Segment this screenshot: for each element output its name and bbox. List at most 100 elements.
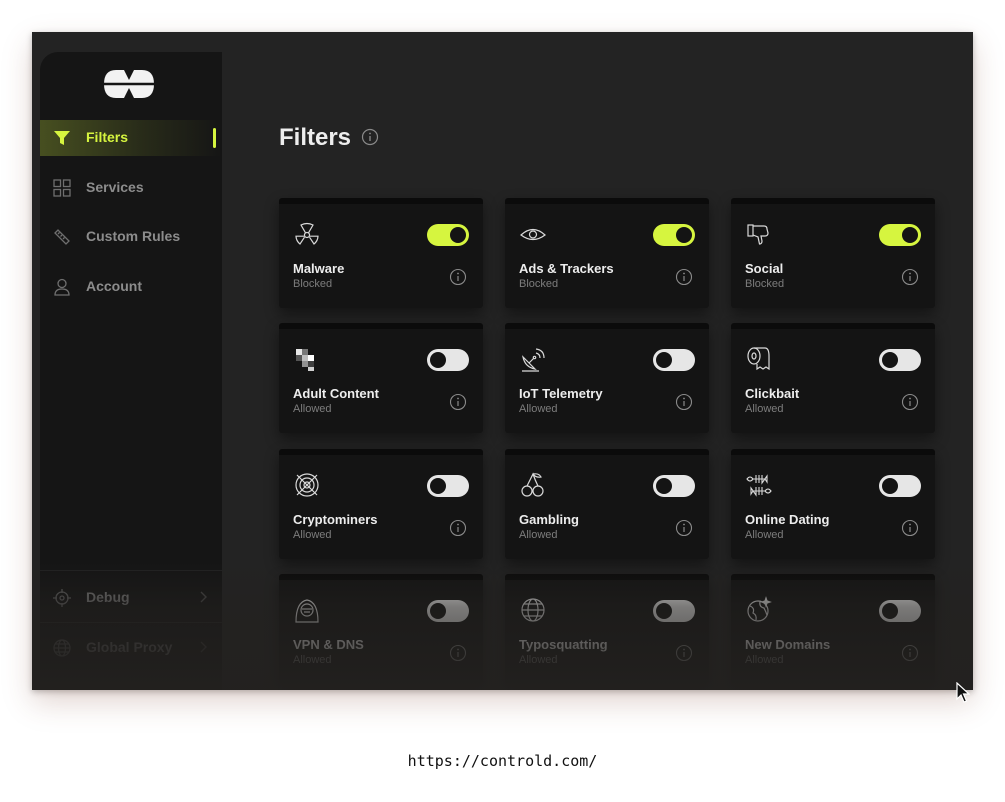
filter-card-ads-trackers: Ads & Trackers Blocked: [505, 198, 709, 308]
filter-toggle[interactable]: [653, 600, 695, 622]
filter-toggle[interactable]: [427, 224, 469, 246]
filter-status: Blocked: [293, 278, 333, 290]
filter-toggle[interactable]: [427, 600, 469, 622]
filter-status: Allowed: [519, 403, 558, 415]
filter-card-typosquatting: Typosquatting Allowed: [505, 574, 709, 684]
filter-status: Blocked: [745, 278, 785, 290]
eye-icon: [520, 228, 546, 241]
info-icon[interactable]: [901, 519, 919, 537]
info-icon[interactable]: [675, 519, 693, 537]
crypto-coin-icon: [295, 473, 319, 497]
filter-toggle[interactable]: [427, 349, 469, 371]
filter-toggle[interactable]: [879, 349, 921, 371]
sidebar-item-account[interactable]: Account: [40, 269, 222, 305]
info-icon[interactable]: [449, 519, 467, 537]
filter-name: IoT Telemetry: [519, 386, 603, 401]
info-icon[interactable]: [449, 268, 467, 286]
grid-icon: [53, 179, 71, 197]
filter-toggle[interactable]: [653, 475, 695, 497]
sidebar-item-label: Custom Rules: [86, 228, 181, 244]
divider: [40, 622, 222, 623]
toggle-knob: [882, 478, 898, 494]
sidebar-item-global-proxy[interactable]: Global Proxy: [40, 630, 222, 666]
sidebar-item-custom-rules[interactable]: Custom Rules: [40, 219, 222, 255]
funnel-icon: [54, 131, 70, 145]
filter-name: Typosquatting: [519, 637, 608, 652]
info-icon[interactable]: [449, 393, 467, 411]
sidebar-item-label: Filters: [86, 129, 129, 145]
sidebar-item-label: Global Proxy: [86, 639, 173, 655]
toggle-knob: [656, 603, 672, 619]
app-window: Filters Services Custom Rules Account De…: [32, 32, 973, 690]
globe-icon: [521, 598, 545, 622]
chevron-right-icon: [200, 591, 207, 603]
thumbs-down-icon: [747, 224, 769, 245]
filter-status: Allowed: [519, 654, 558, 666]
toggle-knob: [450, 227, 466, 243]
info-icon[interactable]: [449, 644, 467, 662]
globe-icon: [53, 639, 71, 657]
sidebar-item-label: Debug: [86, 589, 130, 605]
user-icon: [54, 278, 70, 296]
info-icon[interactable]: [901, 268, 919, 286]
sidebar-item-debug[interactable]: Debug: [40, 580, 222, 616]
filter-status: Blocked: [519, 278, 559, 290]
filter-toggle[interactable]: [879, 600, 921, 622]
info-icon[interactable]: [901, 393, 919, 411]
filter-name: Adult Content: [293, 386, 379, 401]
filter-name: Cryptominers: [293, 512, 378, 527]
filter-toggle[interactable]: [653, 349, 695, 371]
filter-card-cryptominers: Cryptominers Allowed: [279, 449, 483, 559]
toggle-knob: [430, 603, 446, 619]
filter-toggle[interactable]: [879, 475, 921, 497]
active-indicator: [213, 128, 216, 148]
filter-card-vpn-dns: VPN & DNS Allowed: [279, 574, 483, 684]
info-icon[interactable]: [675, 393, 693, 411]
toilet-paper-icon: [747, 347, 770, 371]
filter-status: Allowed: [293, 654, 332, 666]
sidebar: Filters Services Custom Rules Account De…: [40, 52, 222, 690]
filter-status: Allowed: [745, 529, 784, 541]
toggle-knob: [882, 603, 898, 619]
filter-status: Allowed: [519, 529, 558, 541]
sidebar-item-label: Account: [86, 278, 142, 294]
new-globe-icon: [747, 596, 772, 622]
filter-toggle[interactable]: [427, 475, 469, 497]
ruler-icon: [54, 229, 70, 245]
filter-toggle[interactable]: [879, 224, 921, 246]
toggle-knob: [430, 478, 446, 494]
filter-name: Clickbait: [745, 386, 800, 401]
satellite-dish-icon: [522, 348, 545, 372]
sidebar-item-services[interactable]: Services: [40, 170, 222, 206]
sidebar-item-filters[interactable]: Filters: [40, 120, 222, 156]
filter-status: Allowed: [745, 403, 784, 415]
filter-name: Social: [745, 261, 784, 276]
filter-toggle[interactable]: [653, 224, 695, 246]
fish-bones-icon: [746, 474, 772, 497]
chevron-right-icon: [200, 641, 207, 653]
hooded-agent-icon: [295, 599, 319, 623]
sidebar-item-label: Services: [86, 179, 144, 195]
toggle-knob: [656, 478, 672, 494]
filter-name: Gambling: [519, 512, 579, 527]
toggle-knob: [676, 227, 692, 243]
info-icon[interactable]: [675, 644, 693, 662]
toggle-knob: [882, 352, 898, 368]
filter-name: VPN & DNS: [293, 637, 364, 652]
divider: [40, 570, 222, 571]
filter-card-new-domains: New Domains Allowed: [731, 574, 935, 684]
cherries-icon: [521, 472, 544, 497]
filter-name: Online Dating: [745, 512, 830, 527]
radiation-icon: [295, 222, 319, 245]
pixelated-icon: [296, 349, 314, 371]
toggle-knob: [430, 352, 446, 368]
info-icon[interactable]: [675, 268, 693, 286]
info-icon[interactable]: [361, 128, 379, 146]
filter-status: Allowed: [745, 654, 784, 666]
info-icon[interactable]: [901, 644, 919, 662]
filter-card-gambling: Gambling Allowed: [505, 449, 709, 559]
mouse-cursor-icon: [956, 682, 970, 703]
filter-card-clickbait: Clickbait Allowed: [731, 323, 935, 433]
filter-status: Allowed: [293, 529, 332, 541]
page-title: Filters: [279, 124, 352, 151]
